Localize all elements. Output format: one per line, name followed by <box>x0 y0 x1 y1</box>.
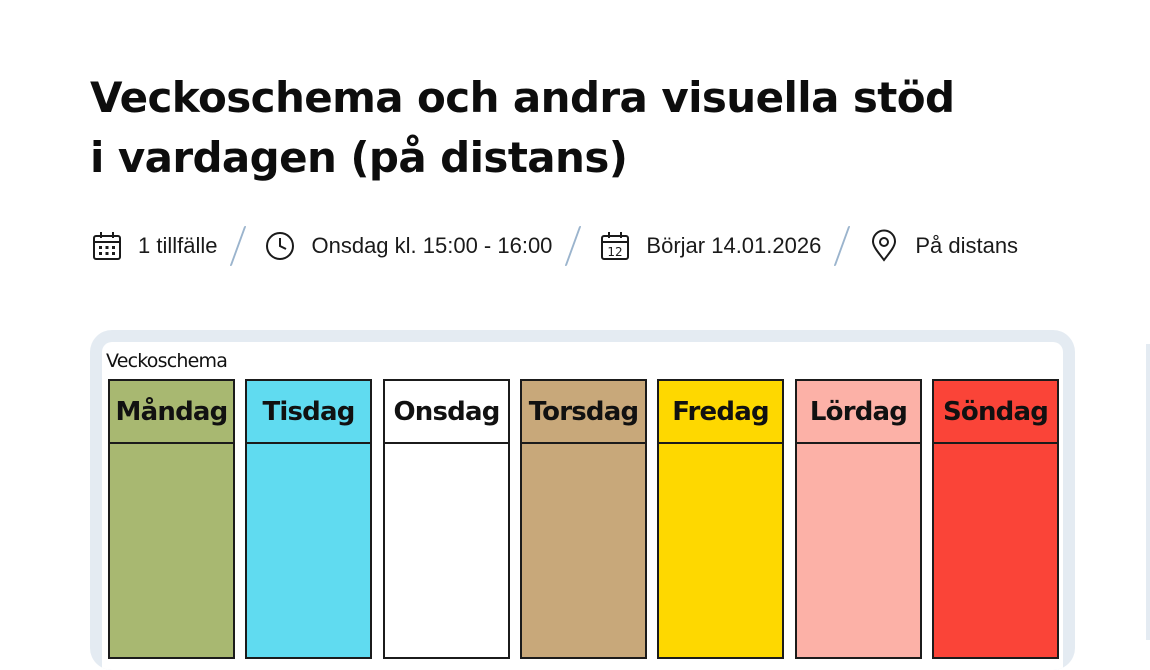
next-card-edge <box>1146 344 1150 640</box>
calendar-12-icon: 12 <box>598 229 632 263</box>
meta-start: 12 Börjar 14.01.2026 <box>598 229 821 263</box>
day-column: Tisdag <box>245 379 372 659</box>
day-label: Onsdag <box>385 381 508 444</box>
day-column: Lördag <box>795 379 922 659</box>
meta-separator <box>565 226 582 266</box>
meta-separator <box>834 226 851 266</box>
course-meta: 1 tillfälle Onsdag kl. 15:00 - 16:00 12 … <box>90 226 1018 266</box>
day-label: Måndag <box>110 381 233 444</box>
day-column: Fredag <box>657 379 784 659</box>
day-label: Söndag <box>934 381 1057 444</box>
meta-start-text: Börjar 14.01.2026 <box>646 233 822 258</box>
day-column: Måndag <box>108 379 235 659</box>
schedule-heading: Veckoschema <box>106 350 228 372</box>
meta-time-text: Onsdag kl. 15:00 - 16:00 <box>311 233 553 258</box>
day-column: Söndag <box>932 379 1059 659</box>
day-column: Torsdag <box>520 379 647 659</box>
meta-time: Onsdag kl. 15:00 - 16:00 <box>263 229 552 263</box>
day-label: Tisdag <box>247 381 370 444</box>
meta-separator <box>230 226 247 266</box>
meta-sessions: 1 tillfälle <box>90 229 217 263</box>
course-image-card: Veckoschema Måndag Tisdag Onsdag Torsdag Fre… <box>90 330 1075 670</box>
week-schedule-image: Veckoschema Måndag Tisdag Onsdag Torsdag Fre… <box>102 342 1063 670</box>
meta-location-text: På distans <box>915 233 1019 258</box>
map-pin-icon <box>867 229 901 263</box>
day-label: Lördag <box>797 381 920 444</box>
day-label: Torsdag <box>522 381 645 444</box>
meta-sessions-text: 1 tillfälle <box>138 233 218 258</box>
day-label: Fredag <box>659 381 782 444</box>
day-column: Onsdag <box>383 379 510 659</box>
calendar-grid-icon <box>90 229 124 263</box>
clock-icon <box>263 229 297 263</box>
page-title: Veckoschema och andra visuella stöd i va… <box>90 73 955 182</box>
svg-text:12: 12 <box>608 245 623 259</box>
meta-location: På distans <box>867 229 1018 263</box>
